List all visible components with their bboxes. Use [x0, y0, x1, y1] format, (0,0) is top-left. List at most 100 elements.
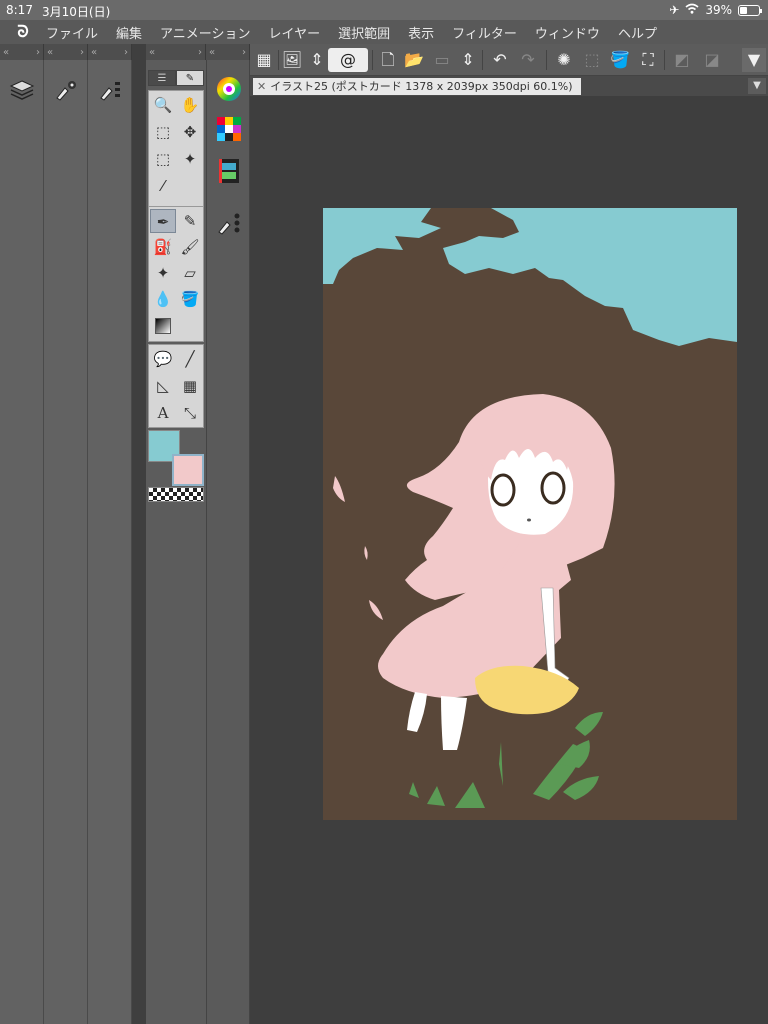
close-tab-icon[interactable]: ✕ — [257, 80, 266, 93]
animation-timeline-icon[interactable] — [215, 158, 243, 186]
fill-icon[interactable]: 🪣 — [177, 287, 203, 311]
tool-palette: ☰ ✎ 🔍 ✋ ⬚ ✥ ⬚ ✦ ⁄ ✒ ✎ ⛽ 🖌 ✦ ▱ 💧 🪣 💬 ╱ ◺ … — [146, 60, 206, 1024]
status-time: 8:17 — [6, 3, 33, 17]
panel-header-side: «› — [206, 44, 250, 60]
app-window: 8:17 3月10日(日) ✈ 39% ᘐ ファイル 編集 アニメーション レイ… — [0, 0, 768, 1024]
tool-property-column — [44, 60, 88, 1024]
command-bar-dropdown-icon[interactable]: ▼ — [742, 48, 766, 72]
gradient-icon[interactable] — [150, 313, 176, 337]
brush-icon[interactable]: 🖌 — [177, 235, 203, 259]
document-tab[interactable]: ✕ イラスト25 (ポストカード 1378 x 2039px 350dpi 60.… — [253, 78, 581, 95]
canvas-artwork[interactable] — [323, 208, 737, 820]
fill-selection-icon[interactable]: 🪣 — [608, 48, 632, 72]
wifi-icon — [685, 3, 699, 17]
zoom-icon[interactable]: 🔍 — [150, 93, 176, 117]
magic-wand-icon[interactable]: ✦ — [177, 147, 203, 171]
collapse-left-icon[interactable]: « — [91, 47, 97, 58]
menu-selection[interactable]: 選択範囲 — [338, 23, 390, 42]
separator — [664, 50, 665, 70]
save-icon[interactable]: ▭ — [430, 48, 454, 72]
menu-file[interactable]: ファイル — [46, 23, 98, 42]
panel-header-2: «› — [44, 44, 88, 60]
mouth — [527, 518, 531, 522]
collapse-left-icon[interactable]: « — [149, 47, 155, 58]
menu-view[interactable]: 表示 — [408, 23, 434, 42]
transparent-color-swatch[interactable] — [148, 487, 204, 502]
status-right: ✈ 39% — [669, 3, 762, 17]
menu-bar: ᘐ ファイル 編集 アニメーション レイヤー 選択範囲 表示 フィルター ウィン… — [0, 20, 768, 44]
document-tab-label: イラスト25 (ポストカード 1378 x 2039px 350dpi 60.1… — [270, 80, 573, 93]
line-icon[interactable]: ╱ — [177, 347, 203, 371]
side-palette — [206, 60, 250, 1024]
layer-order-icon[interactable]: ⇕ — [456, 48, 480, 72]
collapse-left-icon[interactable]: « — [47, 47, 53, 58]
collapse-left-icon[interactable]: « — [3, 47, 9, 58]
expand-right-icon[interactable]: › — [198, 47, 202, 58]
text-tool-icon[interactable]: A — [150, 401, 176, 425]
undo-icon[interactable]: ↶ — [488, 48, 512, 72]
pen-tool-icon[interactable]: ✒ — [150, 209, 176, 233]
separator — [546, 50, 547, 70]
sub-color-swatch[interactable] — [172, 454, 204, 486]
import-icon[interactable]: 🖼 — [280, 48, 304, 72]
move-layer-icon[interactable]: ✥ — [177, 120, 203, 144]
layer-panel-column — [0, 60, 44, 1024]
airbrush-icon[interactable]: ⛽ — [150, 235, 176, 259]
expand-right-icon[interactable]: › — [242, 47, 246, 58]
airplane-icon: ✈ — [669, 3, 680, 17]
menu-edit[interactable]: 編集 — [116, 23, 142, 42]
blend-icon[interactable]: 💧 — [150, 287, 176, 311]
panel-header-tools: «› — [146, 44, 206, 60]
battery-icon — [738, 4, 762, 16]
deselect-icon[interactable]: ⬚ — [580, 48, 604, 72]
app-logo-icon[interactable]: ᘐ — [0, 22, 46, 42]
menu-window[interactable]: ウィンドウ — [535, 23, 600, 42]
expand-right-icon[interactable]: › — [36, 47, 40, 58]
color-wheel-icon[interactable] — [215, 76, 243, 104]
expand-right-icon[interactable]: › — [80, 47, 84, 58]
decoration-icon[interactable]: ✦ — [150, 261, 176, 285]
pencil-icon[interactable]: ✎ — [177, 209, 203, 233]
status-date: 3月10日(日) — [42, 5, 111, 19]
color-set-icon[interactable] — [215, 116, 243, 144]
grid-menu-icon[interactable]: ▦ — [252, 48, 276, 72]
command-bar: ▦ 🖼 ⇕ @ 🗋 📂 ▭ ⇕ ↶ ↷ ✺ ⬚ 🪣 ⛶ ◩ ◪ ▼ — [250, 44, 768, 76]
layers-icon[interactable] — [0, 78, 43, 107]
snap-special-icon[interactable]: ◪ — [700, 48, 724, 72]
open-folder-icon[interactable]: 📂 — [402, 48, 426, 72]
sub-tool-column — [88, 60, 132, 1024]
panel-header-1: «› — [0, 44, 44, 60]
correct-line-icon[interactable]: ⤡ — [177, 401, 203, 425]
clear-icon[interactable]: ✺ — [552, 48, 576, 72]
collapse-left-icon[interactable]: « — [209, 47, 215, 58]
sub-tool-detail-icon[interactable] — [215, 210, 243, 238]
transform-icon[interactable]: ⛶ — [636, 48, 660, 72]
eye-right — [540, 471, 566, 505]
tab-tool-list-icon[interactable]: ☰ — [148, 70, 176, 86]
eyedropper-icon[interactable]: ⁄ — [150, 174, 176, 198]
pen-settings-icon[interactable] — [44, 78, 87, 107]
ruler-icon[interactable]: ◺ — [150, 374, 176, 398]
panel-gap — [132, 44, 146, 1024]
menu-layer[interactable]: レイヤー — [269, 23, 321, 42]
balloon-icon[interactable]: 💬 — [150, 347, 176, 371]
menu-filter[interactable]: フィルター — [452, 23, 517, 42]
tool-group-figure: 💬 ╱ ◺ ▦ A ⤡ — [148, 344, 204, 428]
new-file-icon[interactable]: 🗋 — [376, 48, 400, 72]
snap-ruler-icon[interactable]: ◩ — [670, 48, 694, 72]
menu-animation[interactable]: アニメーション — [160, 23, 250, 42]
selection-icon[interactable]: ⬚ — [150, 147, 176, 171]
hand-icon[interactable]: ✋ — [177, 93, 203, 117]
redo-icon[interactable]: ↷ — [516, 48, 540, 72]
expand-right-icon[interactable]: › — [124, 47, 128, 58]
frame-icon[interactable]: ▦ — [177, 374, 203, 398]
tab-pen-icon[interactable]: ✎ — [176, 70, 204, 86]
eraser-icon[interactable]: ▱ — [177, 261, 203, 285]
menu-help[interactable]: ヘルプ — [618, 23, 657, 42]
operation-icon[interactable]: ⬚ — [150, 120, 176, 144]
up-down-icon[interactable]: ⇕ — [305, 48, 329, 72]
sub-tool-icon[interactable] — [88, 78, 131, 107]
tool-tabs: ☰ ✎ — [148, 70, 204, 86]
clip-studio-icon[interactable]: @ — [328, 48, 368, 72]
tab-list-dropdown-icon[interactable]: ▼ — [748, 78, 766, 94]
